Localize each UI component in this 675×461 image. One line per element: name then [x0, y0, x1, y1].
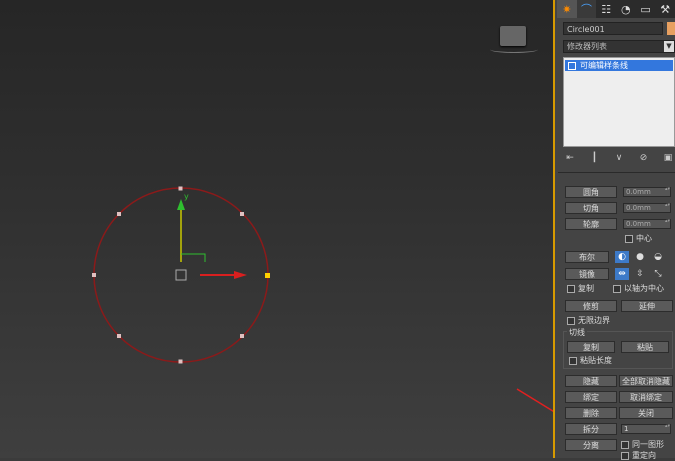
object-name-field[interactable]: Circle001	[563, 22, 663, 35]
checkbox-box[interactable]	[567, 284, 575, 293]
outline-spinner[interactable]: 0.0mm	[623, 187, 671, 197]
remove-modifier-icon[interactable]: ⊘	[637, 153, 651, 165]
spline-vertex[interactable]	[265, 273, 270, 278]
same-shape-checkbox[interactable]: 同一图形	[621, 440, 664, 450]
modify-icon: ⌒	[581, 3, 592, 16]
modifier-stack[interactable]: 可编辑样条线	[563, 57, 675, 147]
spline-vertex[interactable]	[117, 212, 121, 216]
hierarchy-tab[interactable]: ☷	[596, 0, 616, 18]
command-panel: ✷ ⌒ ☷ ◔ ▭ ⚒ Circle001 修改器列表 ▼ 可编辑样条线 ⇤ ┃…	[553, 0, 675, 461]
tangent-copy-button[interactable]: 复制	[567, 341, 615, 353]
hierarchy-icon: ☷	[601, 2, 612, 16]
chevron-down-icon: ▼	[664, 41, 674, 52]
infinite-bounds-label: 无限边界	[578, 316, 610, 325]
delete-button[interactable]: 删除	[565, 407, 617, 419]
stack-toolbar: ⇤ ┃ ∨ ⊘ ▣	[563, 153, 675, 165]
display-icon: ▭	[640, 2, 651, 16]
detach-button[interactable]: 分离	[565, 439, 617, 451]
stack-item-label: 可编辑样条线	[580, 61, 628, 70]
mirror-both-icon[interactable]: ⤡	[651, 268, 665, 280]
paste-length-label: 粘贴长度	[580, 356, 612, 365]
create-icon: ✷	[562, 2, 572, 16]
gizmo-plane-handle[interactable]	[181, 253, 206, 262]
paste-length-checkbox[interactable]: 粘贴长度	[569, 356, 612, 366]
configure-sets-icon[interactable]: ▣	[661, 153, 675, 165]
expand-icon[interactable]	[568, 61, 576, 70]
object-color-swatch[interactable]	[667, 22, 675, 35]
unhide-all-button[interactable]: 全部取消隐藏	[619, 375, 673, 387]
contour-spinner[interactable]: 0.0mm	[623, 219, 671, 229]
checkbox-box[interactable]	[569, 356, 577, 365]
spline-vertex[interactable]	[240, 334, 244, 338]
modify-tab[interactable]: ⌒	[576, 0, 597, 18]
copy-label: 复制	[578, 284, 594, 293]
utilities-tab[interactable]: ⚒	[655, 0, 675, 18]
command-panel-tabs: ✷ ⌒ ☷ ◔ ▭ ⚒	[557, 0, 675, 18]
spline-vertex[interactable]	[92, 273, 96, 277]
about-pivot-label: 以轴为中心	[624, 284, 664, 293]
annotation-arrow	[516, 388, 553, 412]
tangent-paste-button[interactable]: 粘贴	[621, 341, 669, 353]
utilities-icon: ⚒	[660, 2, 671, 16]
modifier-list-dropdown[interactable]: 修改器列表 ▼	[563, 40, 675, 53]
checkbox-box[interactable]	[621, 440, 629, 449]
hide-button[interactable]: 隐藏	[565, 375, 617, 387]
divide-spinner[interactable]: 1	[621, 424, 671, 434]
motion-tab[interactable]: ◔	[616, 0, 636, 18]
trim-button[interactable]: 修剪	[565, 300, 617, 312]
checkbox-box[interactable]	[625, 234, 633, 243]
close-button[interactable]: 关闭	[619, 407, 673, 419]
divider	[558, 172, 675, 173]
infinite-bounds-checkbox[interactable]: 无限边界	[567, 316, 610, 326]
unbind-button[interactable]: 取消绑定	[619, 391, 673, 403]
checkbox-box[interactable]	[567, 316, 575, 325]
checkbox-box[interactable]	[621, 451, 629, 460]
divide-button[interactable]: 拆分	[565, 423, 617, 435]
stack-item-editable-spline[interactable]: 可编辑样条线	[565, 60, 673, 71]
subtract-icon[interactable]: ●	[633, 251, 647, 263]
modifier-list-label: 修改器列表	[567, 42, 607, 51]
make-unique-icon[interactable]: ∨	[612, 153, 626, 165]
mirror-vertical-icon[interactable]: ⇳	[633, 268, 647, 280]
mirror-horizontal-icon[interactable]: ⇹	[615, 268, 629, 280]
gizmo-y-label: y	[184, 192, 189, 201]
bind-button[interactable]: 绑定	[565, 391, 617, 403]
chamfer-spinner[interactable]: 0.0mm	[623, 203, 671, 213]
pin-stack-icon[interactable]: ⇤	[563, 153, 577, 165]
pivot-box	[175, 269, 187, 281]
spline-vertex[interactable]	[117, 334, 121, 338]
spline-vertex[interactable]	[240, 212, 244, 216]
center-checkbox[interactable]: 中心	[625, 234, 652, 244]
boolean-button[interactable]: 布尔	[565, 251, 609, 263]
center-label: 中心	[636, 234, 652, 243]
union-icon[interactable]: ◐	[615, 251, 629, 263]
same-shape-label: 同一图形	[632, 440, 664, 449]
viewport-scene: y	[92, 186, 553, 412]
spline-vertex[interactable]	[178, 186, 183, 191]
about-pivot-checkbox[interactable]: 以轴为中心	[613, 284, 664, 294]
spline-vertex[interactable]	[178, 359, 183, 364]
outline-button[interactable]: 圆角	[565, 186, 617, 198]
show-end-result-icon[interactable]: ┃	[588, 153, 602, 165]
checkbox-box[interactable]	[613, 284, 621, 293]
contour-button[interactable]: 轮廓	[565, 218, 617, 230]
intersect-icon[interactable]: ◒	[651, 251, 665, 263]
extend-button[interactable]: 延伸	[621, 300, 673, 312]
copy-checkbox[interactable]: 复制	[567, 284, 594, 294]
reorient-label: 重定向	[632, 451, 656, 460]
chamfer-button[interactable]: 切角	[565, 202, 617, 214]
reorient-checkbox[interactable]: 重定向	[621, 451, 656, 461]
tangent-group-label: 切线	[567, 327, 587, 338]
motion-icon: ◔	[621, 2, 631, 16]
gizmo-x-arrow[interactable]	[234, 271, 247, 279]
create-tab[interactable]: ✷	[557, 0, 577, 18]
display-tab[interactable]: ▭	[636, 0, 656, 18]
mirror-button[interactable]: 镜像	[565, 268, 609, 280]
